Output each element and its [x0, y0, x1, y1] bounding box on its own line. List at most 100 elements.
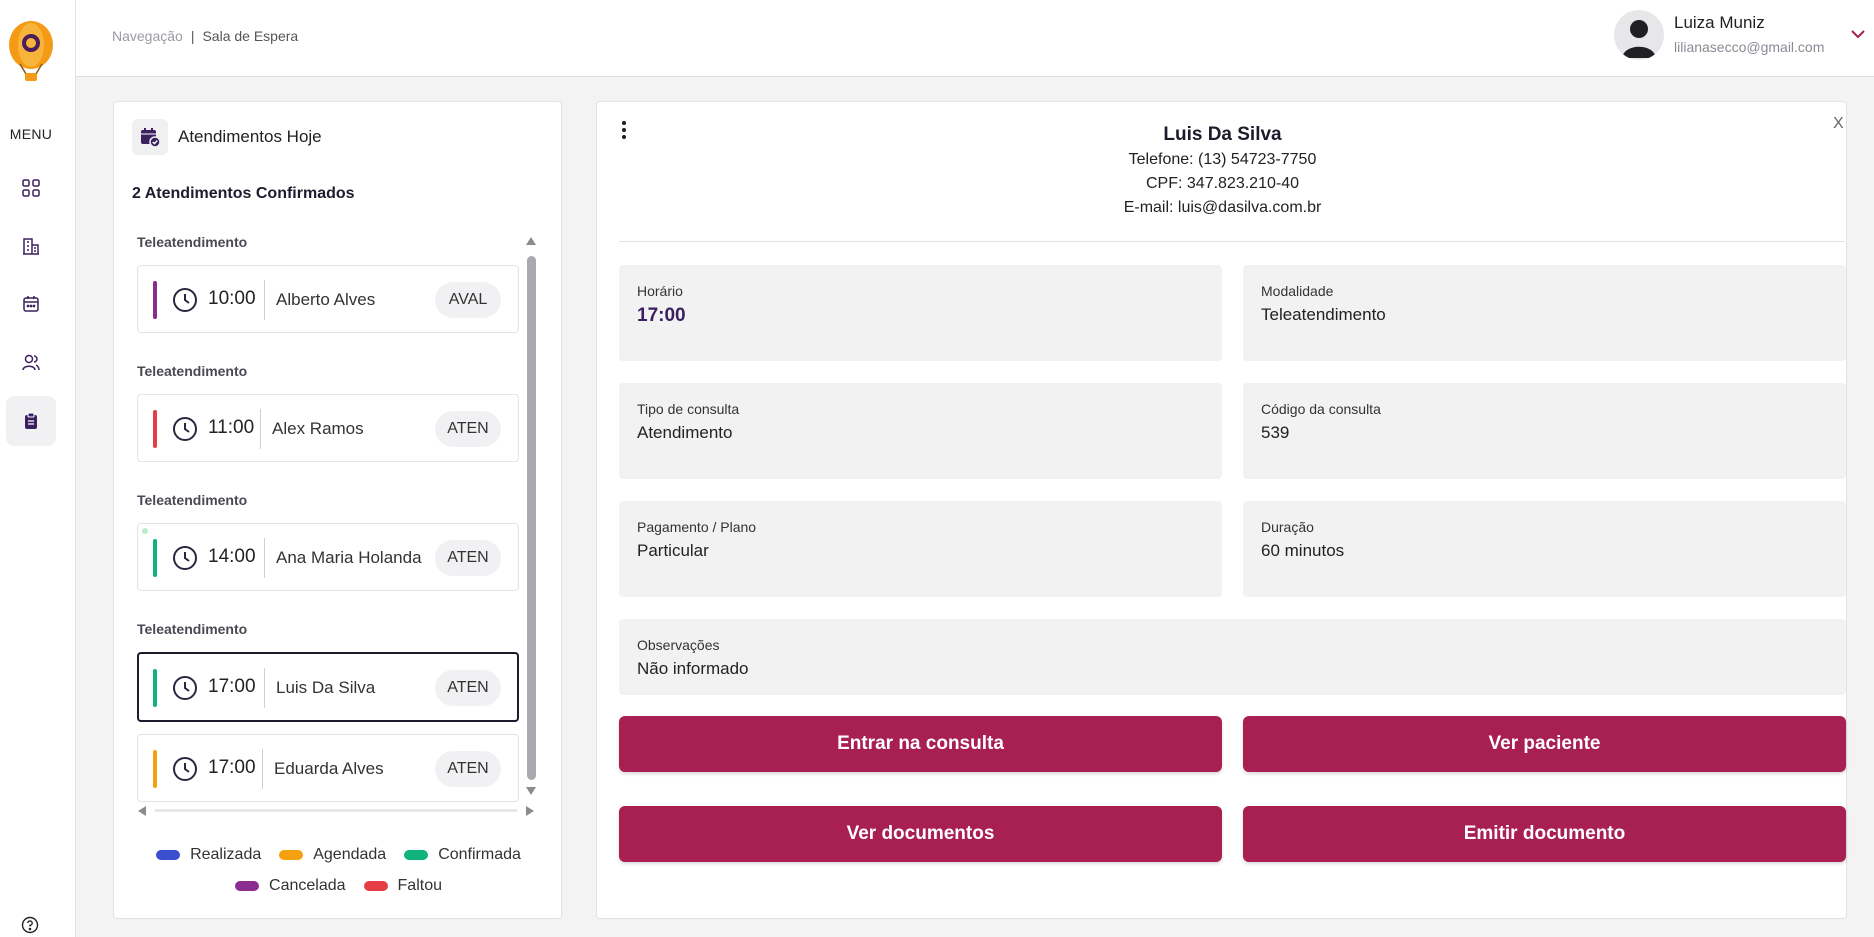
appointment-patient-name: Alex Ramos [272, 419, 364, 438]
group-label: Teleatendimento [137, 234, 248, 250]
view-documents-button[interactable]: Ver documentos [619, 806, 1222, 862]
status-bar [153, 669, 157, 707]
scroll-down-arrow-icon[interactable] [525, 786, 537, 796]
chevron-down-icon[interactable] [1848, 24, 1868, 44]
legend-label: Agendada [313, 846, 387, 863]
divider [260, 409, 261, 449]
status-bar [153, 281, 157, 319]
appointment-type-badge: ATEN [435, 540, 501, 576]
enter-consultation-button[interactable]: Entrar na consulta [619, 716, 1222, 772]
horizontal-scroll-track[interactable] [155, 809, 517, 812]
scrollbar-thumb[interactable] [527, 256, 536, 780]
field-label: Observações [637, 637, 720, 653]
building-icon [23, 238, 39, 255]
field-label: Modalidade [1261, 283, 1334, 299]
status-bar [153, 539, 157, 577]
avatar[interactable] [1614, 10, 1664, 60]
confirmed-count: 2 Atendimentos Confirmados [132, 185, 355, 202]
appointment-patient-name: Alberto Alves [276, 290, 376, 309]
calendar-check-icon [132, 119, 168, 155]
appointment-card-alex-ramos[interactable]: 11:00 Alex Ramos ATEN [137, 394, 519, 462]
patient-phone: Telefone: (13) 54723-7750 [1128, 151, 1317, 168]
appointment-card-eduarda-alves[interactable]: 17:00 Eduarda Alves ATEN [137, 734, 519, 802]
field-value: Particular [637, 541, 709, 560]
appointment-type-badge: AVAL [435, 282, 501, 318]
appointment-time: 14:00 [208, 546, 256, 567]
emit-document-button[interactable]: Emitir documento [1243, 806, 1846, 862]
field-horario: Horário 17:00 [619, 265, 1222, 361]
clock-icon [173, 676, 197, 700]
field-label: Duração [1261, 519, 1314, 535]
status-legend-row-2: Cancelada Faltou [114, 877, 563, 895]
appointment-card-ana-maria-holanda[interactable]: 14:00 Ana Maria Holanda ATEN [137, 523, 519, 591]
appointment-time: 17:00 [208, 676, 256, 697]
field-label: Tipo de consulta [637, 401, 740, 417]
appointment-type-badge: ATEN [435, 670, 501, 706]
appointment-time: 17:00 [208, 757, 256, 778]
clock-icon [173, 288, 197, 312]
users-icon [22, 354, 40, 371]
sidebar-item-patients[interactable] [6, 337, 56, 387]
appointment-time: 10:00 [208, 288, 256, 309]
field-value: Atendimento [637, 423, 733, 442]
legend-item-agendada: Agendada [279, 846, 386, 864]
field-label: Horário [637, 283, 683, 299]
divider [264, 538, 265, 578]
divider [264, 280, 265, 320]
view-patient-button[interactable]: Ver paciente [1243, 716, 1846, 772]
breadcrumb: Navegação | Sala de Espera [112, 28, 298, 44]
appointment-type-badge: ATEN [435, 751, 501, 787]
calendar-icon [23, 296, 39, 312]
scroll-up-arrow-icon[interactable] [525, 236, 537, 246]
field-value: Teleatendimento [1261, 305, 1386, 324]
appointment-patient-name: Eduarda Alves [274, 759, 384, 778]
online-indicator [142, 528, 148, 534]
status-legend: Realizada Agendada Confirmada [114, 846, 563, 864]
sidebar-item-calendar[interactable] [6, 279, 56, 329]
status-bar [153, 410, 157, 448]
patient-info: Luis Da Silva Telefone: (13) 54723-7750 … [597, 122, 1848, 220]
breadcrumb-root[interactable]: Navegação [112, 28, 183, 44]
field-label: Pagamento / Plano [637, 519, 757, 535]
field-modalidade: Modalidade Teleatendimento [1243, 265, 1846, 361]
appointment-card-luis-da-silva[interactable]: 17:00 Luis Da Silva ATEN [137, 652, 519, 722]
field-value: Não informado [637, 659, 749, 678]
divider [264, 668, 265, 708]
legend-swatch [404, 850, 429, 860]
breadcrumb-current: Sala de Espera [202, 28, 299, 44]
divider [262, 749, 263, 789]
sidebar-item-waiting-room[interactable] [6, 396, 56, 446]
user-name: Luiza Muniz [1674, 13, 1765, 32]
appointment-list[interactable]: Teleatendimento 10:00 Alberto Alves AVAL… [137, 232, 539, 802]
scroll-right-arrow-icon[interactable] [525, 805, 535, 817]
legend-swatch [156, 850, 181, 860]
legend-label: Cancelada [269, 877, 346, 894]
appointments-header: Atendimentos Hoje [132, 119, 322, 155]
legend-item-faltou: Faltou [363, 877, 442, 895]
legend-label: Confirmada [438, 846, 521, 863]
legend-item-realizada: Realizada [156, 846, 261, 864]
help-icon[interactable] [21, 916, 39, 934]
appointment-detail-panel: X Luis Da Silva Telefone: (13) 54723-775… [596, 101, 1847, 919]
grid-icon [22, 179, 40, 197]
appointments-title: Atendimentos Hoje [178, 127, 322, 146]
logo-balloon-icon[interactable] [6, 18, 56, 82]
appointment-patient-name: Ana Maria Holanda [276, 548, 422, 567]
breadcrumb-separator: | [190, 28, 195, 44]
scroll-left-arrow-icon[interactable] [137, 805, 147, 817]
legend-swatch [279, 850, 304, 860]
status-bar [153, 750, 157, 788]
user-email: lilianasecco@gmail.com [1674, 39, 1825, 55]
sidebar-item-dashboard[interactable] [6, 163, 56, 213]
vertical-scrollbar[interactable] [523, 232, 539, 802]
group-label: Teleatendimento [137, 621, 248, 637]
legend-swatch [235, 881, 260, 891]
legend-item-cancelada: Cancelada [235, 877, 346, 895]
appointment-card-alberto-alves[interactable]: 10:00 Alberto Alves AVAL [137, 265, 519, 333]
sidebar-item-clinic[interactable] [6, 221, 56, 271]
appointments-panel: Atendimentos Hoje 2 Atendimentos Confirm… [113, 101, 562, 919]
field-value: 60 minutos [1261, 541, 1345, 560]
patient-name: Luis Da Silva [1163, 124, 1282, 145]
horizontal-scrollbar[interactable] [137, 802, 539, 820]
clock-icon [173, 757, 197, 781]
